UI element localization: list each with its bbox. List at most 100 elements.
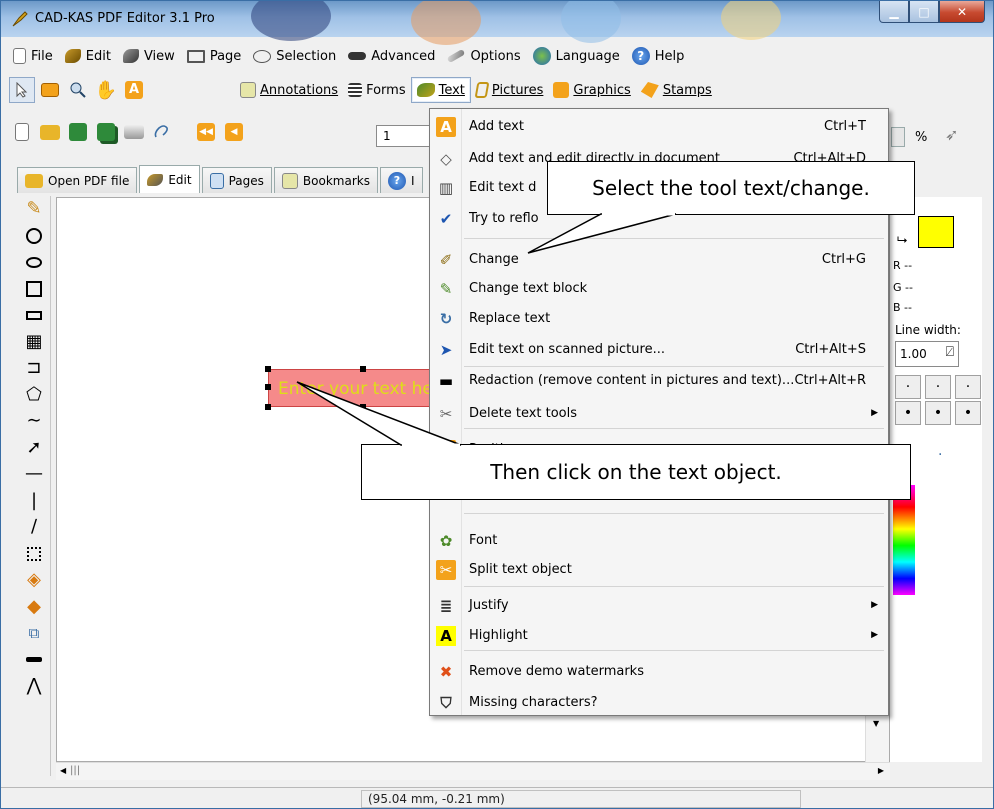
text-menu-item[interactable]: ▬ Redaction (remove content in pictures a… — [430, 366, 888, 394]
resize-handle[interactable] — [360, 366, 366, 372]
page-number-field[interactable]: 1 — [376, 125, 432, 147]
resize-handle[interactable] — [265, 384, 271, 390]
polyline-tool[interactable]: ⊐ — [17, 355, 51, 382]
resize-handle[interactable] — [360, 404, 366, 410]
color-swatch[interactable] — [918, 216, 954, 248]
text-menu-item[interactable]: A Add text Ctrl+T — [430, 112, 888, 140]
color-spectrum[interactable] — [893, 485, 915, 595]
dot-size-large-1[interactable]: • — [895, 401, 921, 425]
rectangle-tool-button[interactable] — [37, 77, 63, 103]
menu-language[interactable]: Language — [527, 44, 626, 68]
text-menu-button[interactable]: Text — [410, 77, 471, 103]
graphics-button[interactable]: Graphics — [548, 77, 635, 103]
curve-tool[interactable]: ∼ — [17, 408, 51, 435]
pictures-label: Pictures — [491, 82, 544, 98]
red-value: R -- — [893, 259, 913, 272]
new-document-icon — [15, 123, 29, 141]
table-tool[interactable]: ▦ — [17, 329, 51, 356]
menu-edit[interactable]: Edit — [59, 44, 117, 68]
pencil-tool[interactable]: ✎ — [17, 196, 51, 223]
font-icon: ✿ — [439, 532, 453, 550]
text-menu-item[interactable]: A Highlight ▶ — [430, 621, 888, 649]
text-menu-item[interactable]: ⛉ Missing characters? — [430, 688, 888, 716]
menu-view[interactable]: View — [117, 44, 181, 68]
menu-selection[interactable]: Selection — [247, 44, 342, 68]
text-menu-item[interactable]: ➤ Edit text on scanned picture... Ctrl+Alt… — [430, 335, 888, 363]
horizontal-line-tool[interactable]: — — [17, 461, 51, 488]
text-menu-item[interactable]: ✂ Split text object — [430, 555, 888, 583]
resize-handle[interactable] — [265, 366, 271, 372]
crop-tool[interactable]: ⧉ — [17, 620, 51, 647]
text-object[interactable]: Enter your text here — [268, 369, 438, 407]
close-button[interactable]: ✕ — [939, 1, 985, 23]
ellipse-tool[interactable] — [17, 249, 51, 276]
ellipse-icon — [26, 256, 42, 268]
swap-color-icon[interactable]: ⮡ — [897, 233, 907, 248]
maximize-button[interactable]: □ — [909, 1, 939, 23]
save-button[interactable] — [65, 119, 91, 145]
select-tool-button[interactable] — [9, 77, 35, 103]
cursor-icon[interactable]: ➶ — [945, 125, 958, 144]
text-tool-button[interactable]: A — [121, 77, 147, 103]
dashed-rect-icon — [27, 546, 41, 561]
circle-tool[interactable] — [17, 223, 51, 250]
tab-pages[interactable]: Pages — [201, 167, 272, 193]
tab-bookmarks[interactable]: Bookmarks — [273, 167, 378, 193]
line-tool[interactable]: ∕ — [17, 514, 51, 541]
scroll-thumb[interactable]: ||| — [70, 765, 80, 776]
text-menu-item[interactable]: ✂ Delete text tools ▶ — [430, 399, 888, 427]
menu-options[interactable]: Options — [441, 44, 526, 68]
previous-page-button[interactable]: ◀ — [221, 119, 247, 145]
open-button[interactable] — [37, 119, 63, 145]
text-menu-item[interactable]: ✎ Change text block — [430, 274, 888, 302]
rectangle-tool[interactable] — [17, 302, 51, 329]
email-button[interactable] — [149, 119, 175, 145]
horizontal-scrollbar[interactable]: ◀ ||| ▶ — [56, 762, 890, 780]
stamps-button[interactable]: Stamps — [636, 77, 717, 103]
text-menu-item[interactable]: ✿ Font — [430, 526, 888, 554]
text-menu-item[interactable]: ≣ Justify ▶ — [430, 591, 888, 619]
polygon-tool[interactable]: ⬠ — [17, 382, 51, 409]
fill-tool[interactable]: ◈ — [17, 567, 51, 594]
square-tool[interactable] — [17, 276, 51, 303]
text-menu-item[interactable]: ✖ Remove demo watermarks — [430, 657, 888, 685]
zoom-spinner[interactable] — [891, 127, 905, 147]
line-width-field[interactable]: 1.00 ⍁ — [895, 341, 959, 367]
dot-size-large-3[interactable]: • — [955, 401, 981, 425]
chevron-tool[interactable]: ⋀ — [17, 673, 51, 700]
menu-advanced[interactable]: Advanced — [342, 44, 441, 68]
forms-button[interactable]: Forms — [343, 77, 411, 103]
new-document-button[interactable] — [9, 119, 35, 145]
view-icon — [122, 49, 139, 63]
dot-size-small-1[interactable]: · — [895, 375, 921, 399]
save-as-button[interactable] — [93, 119, 119, 145]
menu-help[interactable]: ? Help — [626, 44, 691, 68]
mode-toolbar: ✋ A Annotations Forms Text Pictures Grap… — [9, 75, 717, 105]
line-width-value: 1.00 — [900, 347, 927, 361]
dot-size-small-2[interactable]: · — [925, 375, 951, 399]
bar-tool[interactable] — [17, 647, 51, 674]
spin-icon[interactable]: ⍁ — [946, 344, 954, 360]
text-menu-item[interactable]: ↻ Replace text — [430, 304, 888, 332]
text-menu-item[interactable]: ✐ Change Ctrl+G — [430, 245, 888, 273]
tab-edit[interactable]: Edit — [139, 165, 200, 193]
first-page-button[interactable]: ◀◀ — [193, 119, 219, 145]
annotations-button[interactable]: Annotations — [235, 77, 343, 103]
pattern-fill-tool[interactable]: ◆ — [17, 594, 51, 621]
menu-file[interactable]: File — [7, 44, 59, 68]
zoom-tool-button[interactable] — [65, 77, 91, 103]
dashed-selection-tool[interactable] — [17, 541, 51, 568]
vertical-line-tool[interactable]: | — [17, 488, 51, 515]
hand-tool-button[interactable]: ✋ — [93, 77, 119, 103]
tab-info[interactable]: ? I — [379, 167, 423, 193]
tab-open-pdf[interactable]: Open PDF file — [17, 167, 138, 193]
print-button[interactable] — [121, 119, 147, 145]
grad-cap-icon: ⛉ — [440, 694, 452, 712]
minimize-button[interactable]: ▁ — [879, 1, 909, 23]
dot-size-large-2[interactable]: • — [925, 401, 951, 425]
arrow-tool[interactable]: ➚ — [17, 435, 51, 462]
menu-page[interactable]: Page — [181, 44, 247, 68]
pictures-button[interactable]: Pictures — [471, 77, 548, 103]
resize-handle[interactable] — [265, 404, 271, 410]
dot-size-small-3[interactable]: · — [955, 375, 981, 399]
